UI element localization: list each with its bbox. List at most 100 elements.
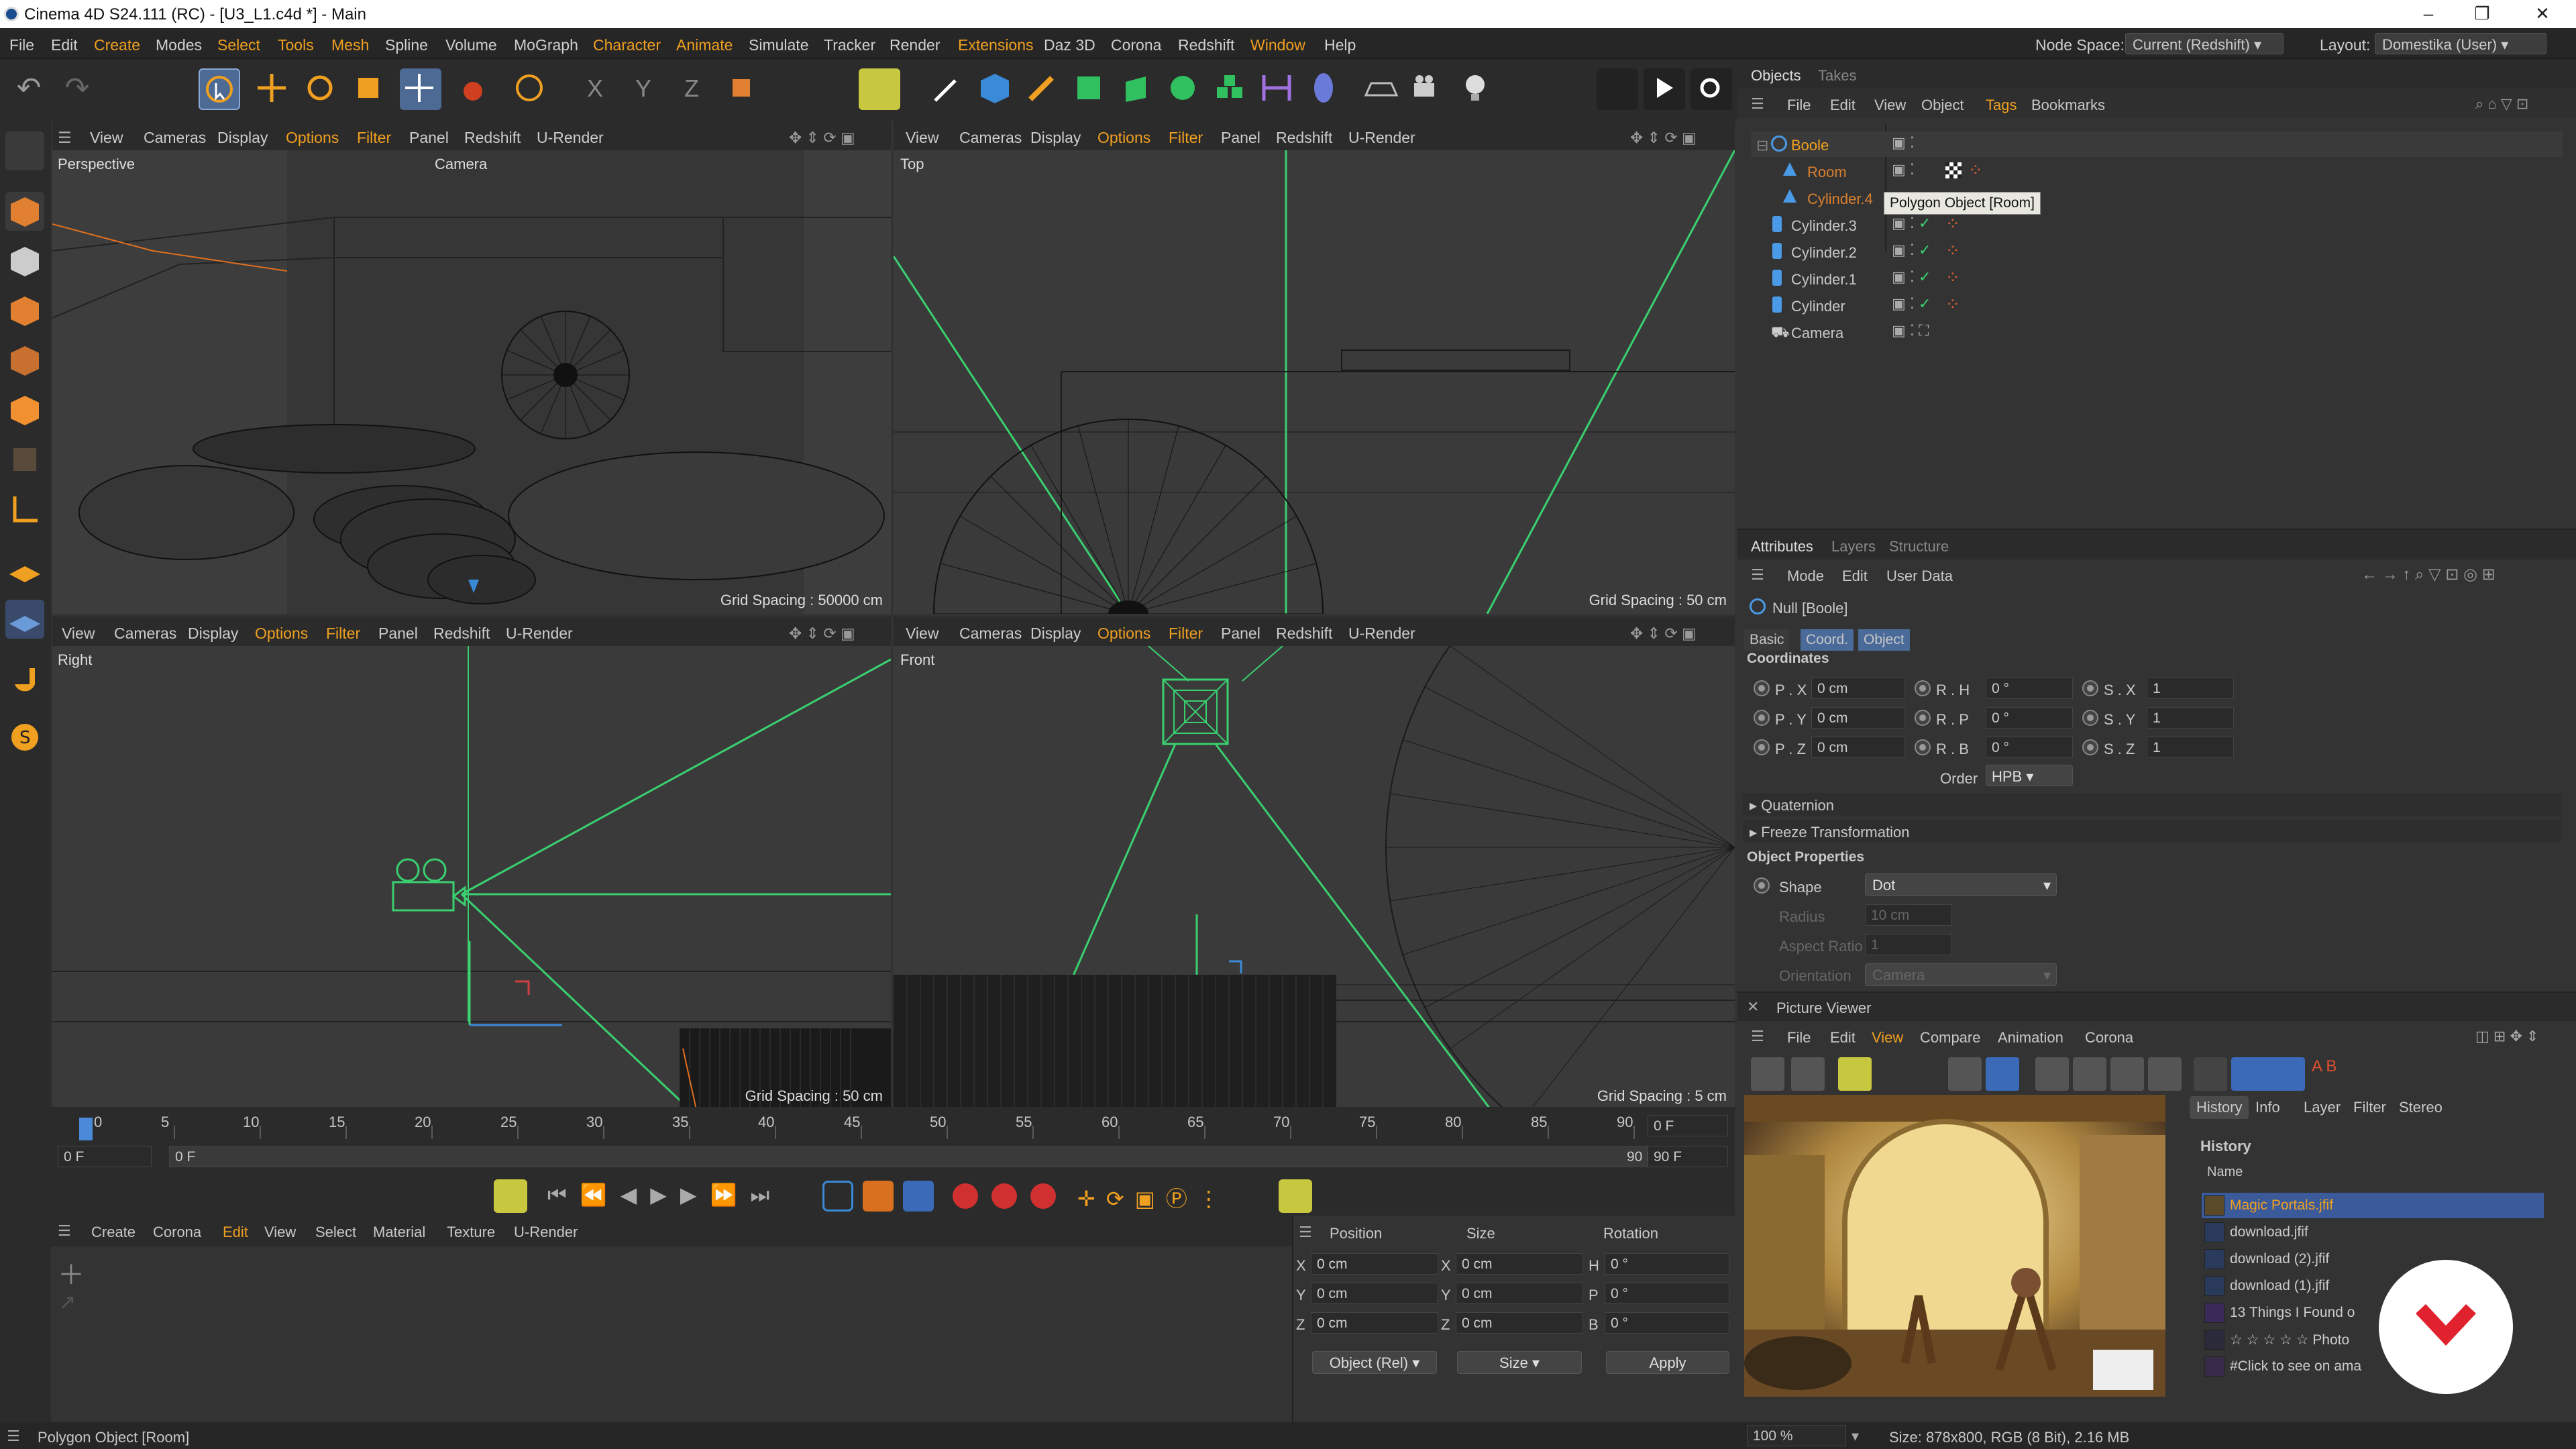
menu-corona[interactable]: Corona	[1111, 36, 1161, 54]
tab-stereo[interactable]: Stereo	[2399, 1099, 2443, 1116]
status-menu-icon[interactable]: ☰	[7, 1428, 20, 1445]
tab-layers[interactable]: Layers	[1831, 538, 1876, 555]
zoom-field[interactable]: 100 %	[1747, 1425, 1846, 1446]
script-s-icon[interactable]: S	[5, 718, 44, 757]
menu-create[interactable]: Create	[94, 36, 140, 54]
close-icon[interactable]: ✕	[1747, 998, 1759, 1016]
axis-mode-icon[interactable]	[5, 490, 44, 529]
undo-icon[interactable]: ↶	[8, 68, 50, 110]
move-tool-icon[interactable]	[252, 68, 294, 110]
menu-mograph[interactable]: MoGraph	[514, 36, 578, 54]
expand-icon[interactable]: ⊟	[1756, 137, 1768, 154]
tab-history[interactable]: History	[2190, 1096, 2249, 1119]
object-name[interactable]: Room	[1807, 164, 1847, 181]
subtab-coord[interactable]: Coord.	[1801, 629, 1854, 651]
menu-file[interactable]: File	[9, 36, 34, 54]
viewport-front[interactable]: View Cameras Display Options Filter Pane…	[894, 616, 1735, 1110]
keyframe-radio[interactable]	[1915, 710, 1931, 726]
coordinate-system-icon[interactable]	[722, 68, 763, 110]
vp-menu-view[interactable]: View	[906, 625, 938, 643]
light-icon[interactable]	[1456, 68, 1497, 110]
y-axis-lock-icon[interactable]: Y	[623, 68, 664, 110]
texture-mode-icon[interactable]	[5, 241, 44, 280]
vp-menu-urender[interactable]: U-Render	[1348, 625, 1415, 643]
vp-menu-redshift[interactable]: Redshift	[433, 625, 490, 643]
save-image-icon[interactable]	[1791, 1057, 1825, 1091]
uv-mode-icon[interactable]	[5, 440, 44, 479]
pv-menu-edit[interactable]: Edit	[1830, 1029, 1856, 1046]
vp-menu-display[interactable]: Display	[217, 129, 268, 147]
size-x-field[interactable]: 0 cm	[1456, 1253, 1583, 1275]
size-z-field[interactable]: 0 cm	[1456, 1312, 1583, 1334]
workplane-icon[interactable]	[5, 550, 44, 589]
mat-menu-texture[interactable]: Texture	[447, 1224, 495, 1241]
node-space-select[interactable]: Current (Redshift) ▾	[2125, 33, 2284, 54]
lut-icon[interactable]	[2110, 1057, 2144, 1091]
redo-icon[interactable]: ↷	[56, 68, 98, 110]
tree-row-cylinder2[interactable]: Cylinder.2 ▣ ⁚ ✓ ⁘	[1751, 239, 2563, 264]
subtab-object[interactable]: Object	[1858, 629, 1910, 651]
tab-structure[interactable]: Structure	[1889, 538, 1949, 555]
vp-menu-urender[interactable]: U-Render	[506, 625, 573, 643]
ab-compare-icon[interactable]	[2194, 1057, 2227, 1091]
objects-menu-icon[interactable]: ☰	[1751, 95, 1764, 113]
close-button[interactable]: ✕	[2522, 3, 2563, 25]
obj-menu-tags[interactable]: Tags	[1986, 97, 2017, 114]
pos-x-field[interactable]: 0 cm	[1811, 678, 1905, 699]
rotate-tool-icon[interactable]	[301, 68, 342, 110]
pv-menu-compare[interactable]: Compare	[1920, 1029, 1980, 1046]
vp-nav-move-icon[interactable]: ✥ ⇕ ⟳ ▣	[789, 129, 855, 147]
rot-h-field[interactable]: 0 °	[1986, 678, 2073, 699]
menu-edit[interactable]: Edit	[51, 36, 78, 54]
vp-menu-filter[interactable]: Filter	[326, 625, 360, 643]
attr-nav-icons[interactable]: ← → ↑ ⌕ ▽ ⊡ ◎ ⊞	[2361, 565, 2496, 584]
mat-menu-material[interactable]: Material	[373, 1224, 425, 1241]
keyframe-radio[interactable]	[1754, 710, 1770, 726]
recent-tool-icon[interactable]	[510, 68, 551, 110]
stop-icon[interactable]	[2148, 1057, 2182, 1091]
key-channel-icons[interactable]: ✛⟳▣Ⓟ⋮	[1077, 1182, 1230, 1213]
order-select[interactable]: HPB ▾	[1986, 765, 2073, 786]
copy-icon[interactable]	[1948, 1057, 1982, 1091]
spline-pen-icon[interactable]	[928, 68, 970, 110]
add-material-icon[interactable]: ＋	[58, 1253, 85, 1292]
vp-nav-move-icon[interactable]: ✥ ⇕ ⟳ ▣	[1630, 625, 1697, 643]
rotation-b-field[interactable]: 0 °	[1605, 1312, 1729, 1334]
pen-icon[interactable]	[1022, 68, 1064, 110]
menu-modes[interactable]: Modes	[156, 36, 202, 54]
extrude-icon[interactable]	[1116, 68, 1158, 110]
tag-icon[interactable]: ⁘	[1968, 160, 1983, 180]
menu-volume[interactable]: Volume	[445, 36, 497, 54]
obj-menu-bookmarks[interactable]: Bookmarks	[2031, 97, 2105, 114]
tab-filter[interactable]: Filter	[2353, 1099, 2386, 1116]
frame-range-slider[interactable]: 0 F 90 F	[169, 1146, 1662, 1167]
select-tool-icon[interactable]	[199, 68, 240, 110]
vp-menu-panel[interactable]: Panel	[409, 129, 449, 147]
deformer-icon[interactable]	[1257, 68, 1299, 110]
open-image-icon[interactable]	[1751, 1057, 1784, 1091]
timeline-playhead[interactable]	[79, 1118, 93, 1140]
tree-row-camera[interactable]: ⛟ Camera ▣ ⁚ ⛶	[1751, 319, 2563, 345]
attr-menu-edit[interactable]: Edit	[1842, 568, 1868, 585]
visibility-dots-icon[interactable]: ▣ ⁚ ✓	[1892, 295, 1931, 313]
render-region-icon[interactable]	[1597, 68, 1638, 110]
zoom-dropdown-icon[interactable]: ▾	[1851, 1428, 1859, 1445]
menu-animate[interactable]: Animate	[676, 36, 733, 54]
keyframe-radio[interactable]	[1915, 739, 1931, 755]
keyframe-radio[interactable]	[1915, 680, 1931, 696]
layout-select[interactable]: Domestika (User) ▾	[2375, 33, 2546, 54]
vp-menu-options[interactable]: Options	[286, 129, 339, 147]
transport-buttons[interactable]: ⏮⏪◀▶▶⏩⏭	[547, 1182, 783, 1208]
autokey-icon[interactable]	[991, 1183, 1017, 1209]
visibility-dots-icon[interactable]: ▣ ⁚ ⛶	[1892, 322, 1929, 339]
mat-menu-view[interactable]: View	[264, 1224, 296, 1241]
tree-row-cylinder3[interactable]: Cylinder.3 ▣ ⁚ ✓ ⁘	[1751, 212, 2563, 237]
field-icon[interactable]	[1304, 68, 1346, 110]
menu-tools[interactable]: Tools	[278, 36, 314, 54]
position-x-field[interactable]: 0 cm	[1311, 1253, 1438, 1275]
point-mode-icon[interactable]	[5, 291, 44, 330]
vp-nav-move-icon[interactable]: ✥ ⇕ ⟳ ▣	[789, 625, 855, 643]
start-frame-field[interactable]: 0 F	[58, 1146, 152, 1167]
scale-x-field[interactable]: 1	[2147, 678, 2234, 699]
ab-swap-icon[interactable]: A B	[2312, 1057, 2352, 1091]
